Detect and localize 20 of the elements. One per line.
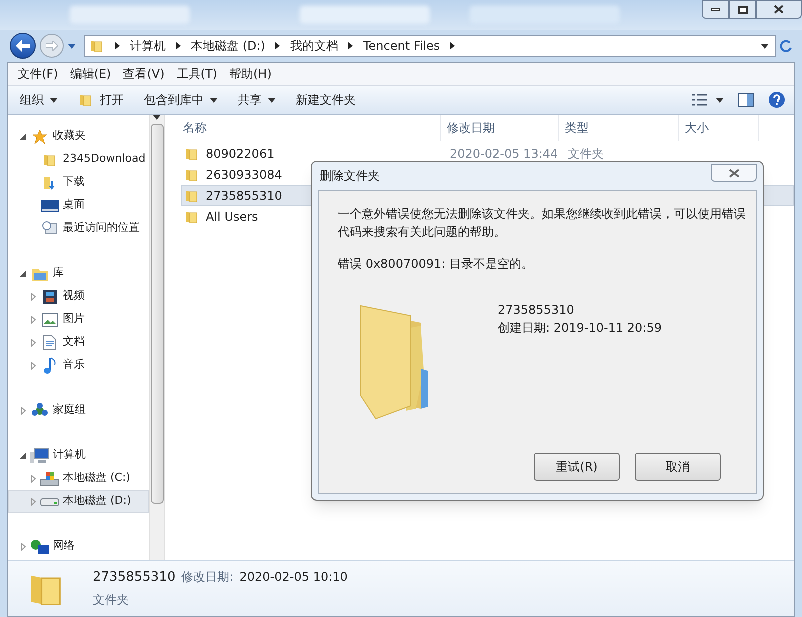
file-name: 2630933084 — [206, 166, 282, 184]
details-label: 修改日期: — [182, 568, 234, 586]
file-type: 文件夹 — [567, 146, 604, 162]
nav-section-label: 库 — [53, 265, 64, 282]
details-file-name: 2735855310 — [93, 568, 176, 587]
file-name: All Users — [206, 208, 258, 226]
modified-date: 2020-02-05 13:44 — [449, 146, 560, 162]
nav-section-label: 计算机 — [53, 447, 86, 464]
nav-section-label: 网络 — [53, 538, 75, 554]
error-message: 一个意外错误使您无法删除该文件夹。如果您继续收到此错误，可以使用错误代码来搜索有关此问题的帮助。 — [338, 206, 747, 241]
nav-section-label: 家庭组 — [53, 402, 86, 418]
details-value: 2020-02-05 10:10 — [240, 568, 348, 586]
file-name: 2735855310 — [206, 188, 282, 204]
item-created-date: 创建日期: 2019-10-11 20:59 — [498, 320, 662, 337]
details-file-type: 文件夹 — [93, 592, 130, 610]
dialog-title: 删除文件夹 — [319, 168, 380, 185]
error-code: 错误 0x80070091: 目录不是空的。 — [338, 256, 534, 273]
nav-section-label: 收藏夹 — [53, 128, 86, 144]
file-name: 809022061 — [206, 146, 275, 162]
item-name: 2735855310 — [498, 302, 576, 319]
